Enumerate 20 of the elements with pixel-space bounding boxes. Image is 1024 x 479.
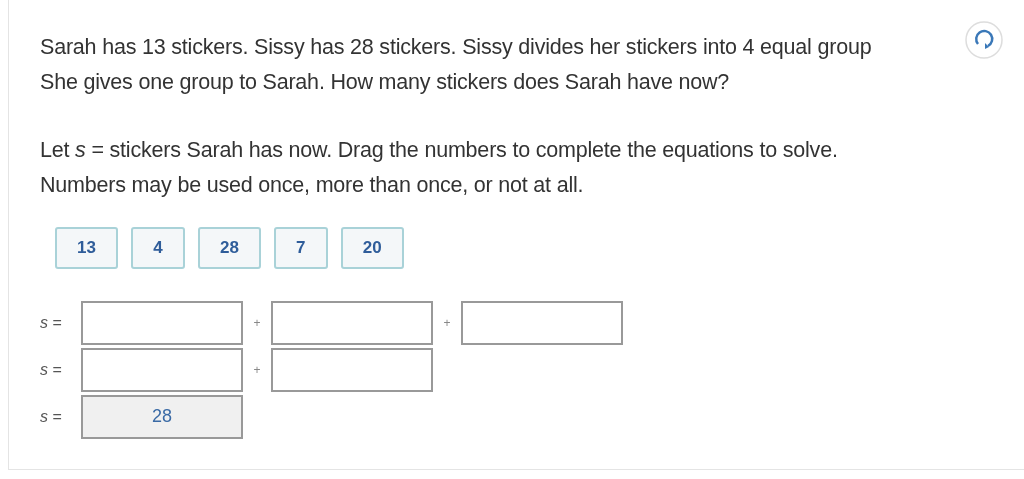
equation-label: s = (40, 360, 63, 379)
answer-box[interactable] (81, 300, 243, 345)
answer-box[interactable] (271, 347, 433, 392)
plus-sign: + (252, 362, 262, 377)
number-tile[interactable]: 20 (340, 227, 404, 269)
instruction-text: Let s = stickers Sarah has now. Drag the numbers to complete the equations to solve. Numbers may be used once, more than once, or not at all. (40, 137, 838, 199)
equation-label: s = (40, 407, 63, 426)
plus-sign: + (252, 315, 262, 330)
answer-box[interactable] (271, 300, 433, 345)
answer-box[interactable] (81, 347, 243, 392)
plus-sign: + (442, 315, 452, 330)
equation-label: s = (40, 313, 63, 332)
number-tile[interactable]: 28 (197, 227, 261, 269)
answer-box[interactable] (461, 300, 623, 345)
number-tile[interactable]: 13 (55, 227, 118, 269)
reset-icon[interactable] (964, 20, 1004, 60)
answer-box[interactable]: 28 (81, 394, 243, 439)
question-text: Sarah has 13 stickers. Sissy has 28 stickers. Sissy divides her stickers into 4 equal group She gives one group to Sarah. How many stickers does Sarah have now? (40, 34, 872, 96)
number-tile[interactable]: 4 (130, 227, 185, 269)
number-tile[interactable]: 7 (273, 227, 328, 269)
